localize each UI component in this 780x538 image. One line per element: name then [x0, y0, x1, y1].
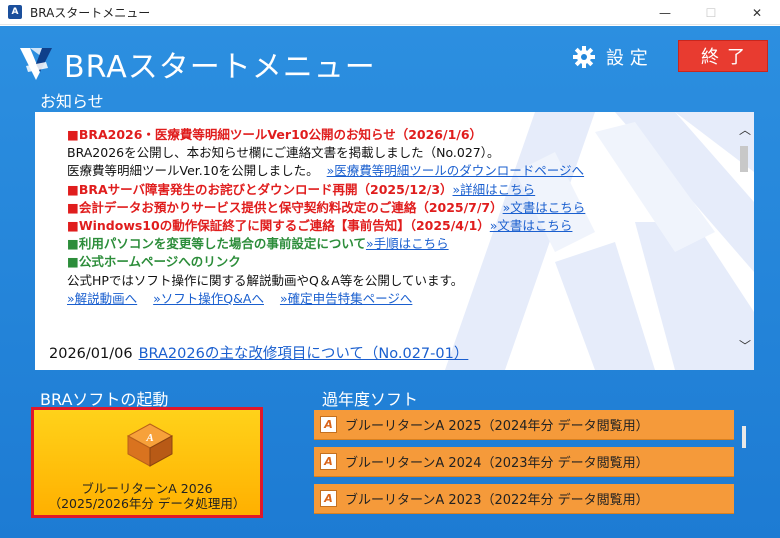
launch-bluereturn-2026-button[interactable]: A ブルーリターンA 2026 （2025/2026年分 データ処理用） [31, 407, 263, 518]
news-footer: 2026/01/06 BRA2026の主な改修項目について（No.027-01） [49, 342, 468, 363]
pc-change-procedure-link[interactable]: »手順はこちら [366, 236, 449, 251]
news-item: 医療費等明細ツールVer.10を公開しました。 »医療費等明細ツールのダウンロード… [67, 162, 727, 180]
news-text: 医療費等明細ツールVer.10を公開しました。 [67, 163, 319, 179]
news-item: ■BRAサーバ障害発生のお詫びとダウンロード再開（2025/12/3）»詳細はこ… [67, 181, 727, 199]
news-bullet: ■ [67, 181, 79, 197]
news-item[interactable]: ■BRA2026・医療費等明細ツールVer10公開のお知らせ（2026/1/6） [67, 126, 727, 144]
news-section-label: お知らせ [40, 92, 104, 111]
news-headline: 公式ホームページへのリンク [78, 254, 241, 270]
minimize-button[interactable]: — [642, 0, 688, 25]
news-headline: Windows10の動作保証終了に関するご連絡【事前告知】（2025/4/1） [78, 218, 490, 234]
news-bullet: ■ [67, 254, 79, 270]
window-controls: — ☐ ✕ [642, 0, 780, 25]
medical-tool-download-link[interactable]: »医療費等明細ツールのダウンロードページへ [327, 163, 584, 178]
news-item: BRA2026を公開し、本お知らせ欄にご連絡文書を掲載しました（No.027）。 [67, 144, 727, 162]
past-software-label: ブルーリターンA 2024（2023年分 データ閲覧用） [345, 456, 649, 471]
bluereturn-icon: A [320, 416, 337, 433]
news-item: ■会計データお預かりサービス提供と保守契約料改定のご連絡（2025/7/7）»文… [67, 199, 727, 217]
bra2026-changes-link[interactable]: BRA2026の主な改修項目について（No.027-01） [139, 346, 469, 362]
past-software-label: ブルーリターンA 2023（2022年分 データ閲覧用） [345, 493, 649, 508]
news-bullet: ■ [67, 127, 79, 142]
news-item: ■Windows10の動作保証終了に関するご連絡【事前告知】（2025/4/1）… [67, 217, 727, 235]
exit-button[interactable]: 終了 [678, 40, 768, 72]
bra-logo-icon [20, 48, 52, 80]
svg-text:A: A [145, 432, 153, 444]
settings-label: 設 定 [606, 48, 648, 69]
news-item: ■利用パソコンを変更等した場合の事前設定について»手順はこちら [67, 235, 727, 253]
news-footer-date: 2026/01/06 [49, 346, 133, 362]
news-list: ■BRA2026・医療費等明細ツールVer10公開のお知らせ（2026/1/6）… [67, 126, 727, 308]
news-bullet: ■ [67, 218, 79, 234]
scroll-up-arrow-icon[interactable]: ︿ [739, 124, 751, 136]
launch-label-line2: （2025/2026年分 データ処理用） [48, 496, 246, 511]
past-software-2025-button[interactable]: A ブルーリターンA 2025（2024年分 データ閲覧用） [314, 410, 734, 440]
news-bullet: ■ [67, 199, 79, 215]
news-headline: BRA2026・医療費等明細ツールVer10公開のお知らせ（2026/1/6） [78, 127, 483, 142]
launch-label-line1: ブルーリターンA 2026 [81, 481, 213, 496]
windows10-document-link[interactable]: »文書はこちら [490, 218, 573, 233]
past-software-2023-button[interactable]: A ブルーリターンA 2023（2022年分 データ閲覧用） [314, 484, 734, 514]
past-list-scrollbar[interactable] [742, 426, 746, 448]
news-panel: ■BRA2026・医療費等明細ツールVer10公開のお知らせ（2026/1/6）… [35, 112, 754, 370]
server-outage-details-link[interactable]: »詳細はこちら [453, 182, 536, 197]
main-area: BRAスタートメニュー 設 定 終了 お知らせ ■BRA2026・医療費等明細ツ… [0, 26, 780, 538]
news-headline: 会計データお預かりサービス提供と保守契約料改定のご連絡（2025/7/7） [78, 199, 503, 215]
maximize-button: ☐ [705, 5, 717, 20]
tax-return-feature-link[interactable]: »確定申告特集ページへ [280, 291, 412, 306]
gear-icon [573, 46, 595, 68]
app-title: BRAスタートメニュー [64, 50, 376, 85]
data-service-document-link[interactable]: »文書はこちら [503, 200, 586, 215]
bluereturn-icon: A [320, 453, 337, 470]
news-headline: 利用パソコンを変更等した場合の事前設定について [78, 236, 366, 252]
software-qa-link[interactable]: »ソフト操作Q&Aへ [153, 291, 264, 306]
bluereturn-icon: A [320, 490, 337, 507]
scroll-thumb[interactable] [740, 146, 748, 172]
news-bullet: ■ [67, 236, 79, 252]
past-software-2024-button[interactable]: A ブルーリターンA 2024（2023年分 データ閲覧用） [314, 447, 734, 477]
news-item: 公式HPではソフト操作に関する解説動画やQ＆A等を公開しています。 [67, 272, 727, 290]
news-scrollbar[interactable]: ︿ ﹀ [736, 122, 752, 352]
window-titlebar: A BRAスタートメニュー — ☐ ✕ [0, 0, 780, 25]
bluereturn-app-icon: A [126, 423, 174, 467]
settings-button[interactable]: 設 定 [572, 44, 648, 70]
news-item: »解説動画へ »ソフト操作Q&Aへ »確定申告特集ページへ [67, 290, 727, 308]
tutorial-video-link[interactable]: »解説動画へ [67, 291, 137, 306]
scroll-down-arrow-icon[interactable]: ﹀ [739, 340, 751, 352]
app-icon: A [8, 5, 22, 19]
past-software-label: ブルーリターンA 2025（2024年分 データ閲覧用） [345, 419, 649, 434]
news-item: ■公式ホームページへのリンク [67, 253, 727, 271]
past-section-label: 過年度ソフト [322, 390, 419, 409]
close-button[interactable]: ✕ [734, 0, 780, 25]
news-text: BRA2026を公開し、本お知らせ欄にご連絡文書を掲載しました（No.027）。 [67, 145, 500, 161]
news-text: 公式HPではソフト操作に関する解説動画やQ＆A等を公開しています。 [67, 272, 464, 288]
news-headline: BRAサーバ障害発生のお詫びとダウンロード再開（2025/12/3） [78, 181, 453, 197]
window-title: BRAスタートメニュー [30, 5, 151, 20]
